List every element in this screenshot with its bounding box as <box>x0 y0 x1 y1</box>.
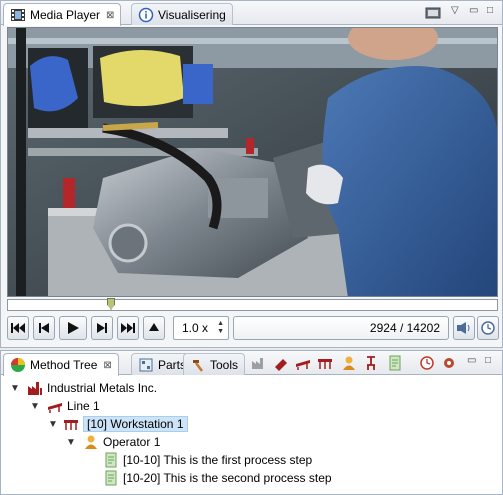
tab-media-player-label: Media Player <box>30 8 101 22</box>
expand-icon[interactable]: ▼ <box>29 397 41 415</box>
tab-method-tree-label: Method Tree <box>30 358 98 372</box>
tree-item-step-label: [10-10] This is the first process step <box>123 453 313 467</box>
maximize-icon[interactable]: □ <box>487 5 493 16</box>
tree-item-workstation[interactable]: [10] Workstation 1 <box>63 415 188 433</box>
speaker-icon <box>457 322 470 334</box>
method-tree-icon <box>11 358 25 372</box>
workstation-icon <box>64 420 78 430</box>
info-icon <box>138 7 154 22</box>
play-icon <box>68 322 79 334</box>
tab-tools-label: Tools <box>210 357 239 372</box>
timing-button[interactable] <box>477 316 499 340</box>
seek-bar[interactable] <box>7 298 498 311</box>
tree-item-operator[interactable]: Operator 1 <box>83 433 160 451</box>
tree-item-step[interactable]: [10-10] This is the first process step <box>103 451 312 469</box>
tree-item-company-label: Industrial Metals Inc. <box>47 381 158 395</box>
expand-icon[interactable]: ▼ <box>9 379 21 397</box>
media-player-view: Media Player ⊠ Visualisering ▽ ▭ □ 1.0 x… <box>0 0 503 348</box>
tree-item-step-label: [10-20] This is the second process step <box>123 471 332 485</box>
transport-controls: 1.0 x ▲ ▼ 2924 / 14202 <box>7 316 499 342</box>
process-step-icon <box>105 470 117 486</box>
add-robot-icon[interactable] <box>363 355 379 371</box>
tree-item-step[interactable]: [10-20] This is the second process step <box>103 469 332 487</box>
add-operator-icon[interactable] <box>341 355 357 371</box>
frame-position: 2924 / 14202 <box>369 321 440 335</box>
expand-icon[interactable]: ▼ <box>65 433 77 451</box>
add-step-icon[interactable] <box>387 355 403 371</box>
process-step-icon <box>105 452 117 468</box>
step-back-icon <box>39 323 49 333</box>
audio-button[interactable] <box>453 316 475 340</box>
maximize-icon[interactable]: □ <box>485 355 491 366</box>
speed-spinner[interactable]: 1.0 x ▲ ▼ <box>173 316 229 340</box>
video-toggle-icon[interactable] <box>425 5 441 21</box>
parts-icon <box>139 358 153 371</box>
film-strip-icon <box>11 9 25 21</box>
skip-to-end-icon <box>121 323 135 333</box>
tree-tabbar: Method Tree ⊠ Parts Tools ▭ □ <box>1 351 502 376</box>
eject-button[interactable] <box>143 316 165 340</box>
add-conveyor-icon[interactable] <box>295 355 311 371</box>
skip-to-end-button[interactable] <box>117 316 139 340</box>
tree-item-company[interactable]: Industrial Metals Inc. <box>27 379 157 397</box>
play-button[interactable] <box>59 316 87 340</box>
minimize-icon[interactable]: ▭ <box>467 355 476 366</box>
add-line-icon[interactable] <box>273 355 289 371</box>
step-forward-icon <box>97 323 107 333</box>
tab-parts-label: Parts <box>158 357 187 372</box>
close-icon[interactable]: ⊠ <box>106 10 114 21</box>
video-scene-image <box>8 28 497 296</box>
step-back-button[interactable] <box>33 316 55 340</box>
frame-counter: 2924 / 14202 <box>233 316 449 340</box>
player-tabbar: Media Player ⊠ Visualisering ▽ ▭ □ <box>1 1 502 26</box>
timer-icon[interactable] <box>419 355 435 371</box>
factory-icon <box>28 382 42 395</box>
tree-item-workstation-label: [10] Workstation 1 <box>83 416 188 432</box>
spinner-arrows-icon[interactable]: ▲ ▼ <box>217 320 224 336</box>
line-icon <box>48 403 62 413</box>
tab-method-tree[interactable]: Method Tree ⊠ <box>3 353 119 376</box>
skip-to-start-button[interactable] <box>7 316 29 340</box>
operator-icon <box>85 435 97 449</box>
add-workstation-icon[interactable] <box>317 355 333 371</box>
tree-item-operator-label: Operator 1 <box>103 435 161 449</box>
tree-item-line[interactable]: Line 1 <box>47 397 100 415</box>
view-menu-icon[interactable]: ▽ <box>451 5 459 16</box>
step-forward-button[interactable] <box>91 316 113 340</box>
tab-media-player[interactable]: Media Player ⊠ <box>3 3 122 26</box>
factory-gray-icon[interactable] <box>251 355 267 371</box>
speed-value: 1.0 x <box>182 321 209 335</box>
hammer-icon <box>193 359 203 372</box>
settings-gear-icon[interactable] <box>441 355 457 371</box>
expand-icon[interactable]: ▼ <box>47 415 59 433</box>
tab-tools[interactable]: Tools <box>183 353 246 375</box>
method-tree: ▼ Industrial Metals Inc. ▼ Line 1 ▼ [10]… <box>1 377 502 494</box>
eject-icon <box>149 323 159 331</box>
tree-item-line-label: Line 1 <box>67 399 100 413</box>
tab-visualisering[interactable]: Visualisering <box>131 3 233 25</box>
close-icon[interactable]: ⊠ <box>103 360 111 371</box>
seek-thumb[interactable] <box>107 298 115 310</box>
clock-icon <box>481 321 495 335</box>
tab-visualisering-label: Visualisering <box>158 7 226 22</box>
skip-to-start-icon <box>11 323 25 333</box>
video-frame[interactable] <box>7 27 498 297</box>
minimize-icon[interactable]: ▭ <box>469 5 478 16</box>
method-tree-view: Method Tree ⊠ Parts Tools ▭ □ ▼ Industri… <box>0 350 503 495</box>
